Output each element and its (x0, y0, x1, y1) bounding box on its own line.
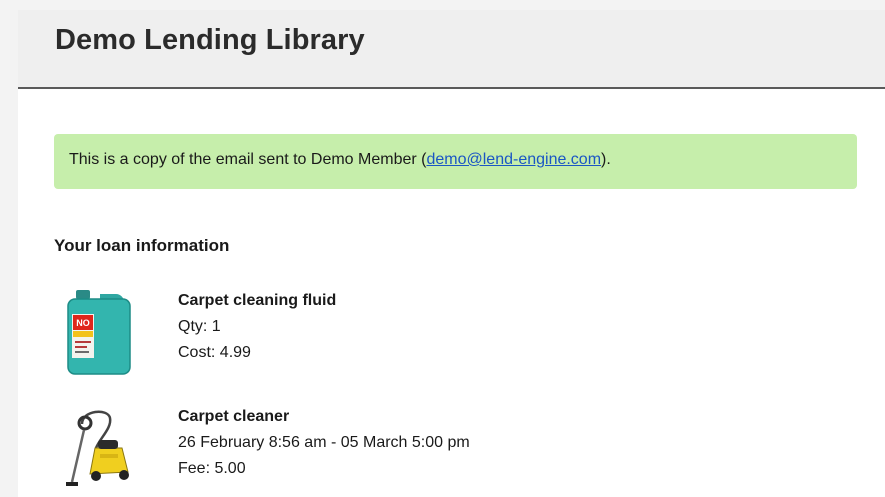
loan-item-cost: Cost: 4.99 (178, 344, 251, 361)
cleaning-fluid-bottle-icon: NO (67, 290, 131, 375)
loan-item-qty: Qty: 1 (178, 318, 221, 335)
member-email-link[interactable]: demo@lend-engine.com (426, 151, 601, 168)
notice-text-after: ). (601, 151, 611, 168)
loan-info-heading: Your loan information (54, 236, 230, 255)
loan-item-name: Carpet cleaning fluid (178, 292, 337, 309)
svg-text:NO: NO (76, 318, 90, 328)
notice-text-before: This is a copy of the email sent to Demo… (69, 151, 427, 168)
page-header: Demo Lending Library (18, 10, 885, 89)
page-title: Demo Lending Library (55, 24, 365, 56)
email-copy-notice: This is a copy of the email sent to Demo… (54, 134, 857, 189)
loan-item-fee: Fee: 5.00 (178, 460, 246, 477)
loan-item-info: Carpet cleaner 26 February 8:56 am - 05 … (178, 404, 470, 482)
carpet-cleaner-machine-icon (66, 410, 129, 486)
loan-item-name: Carpet cleaner (178, 408, 290, 425)
loan-item-dates: 26 February 8:56 am - 05 March 5:00 pm (178, 434, 470, 451)
loan-item-info: Carpet cleaning fluid Qty: 1 Cost: 4.99 (178, 288, 336, 366)
email-frame: Demo Lending Library This is a copy of t… (18, 10, 885, 497)
